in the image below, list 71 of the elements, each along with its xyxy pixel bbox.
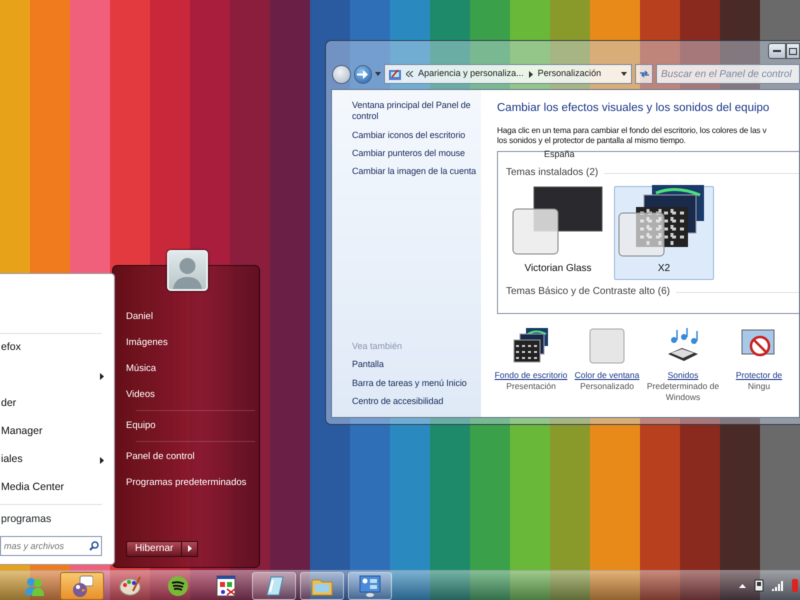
place-link[interactable]: Videos bbox=[126, 382, 255, 408]
search-field[interactable]: Buscar en el Panel de control bbox=[656, 64, 800, 84]
maximize-button[interactable] bbox=[786, 43, 800, 59]
hibernate-button[interactable]: Hibernar bbox=[126, 540, 182, 557]
theme-tile[interactable]: X2 bbox=[614, 186, 714, 280]
setting-value: Personalizado bbox=[580, 380, 634, 392]
place-link[interactable]: Imágenes bbox=[126, 330, 255, 356]
taskbar-button[interactable] bbox=[60, 572, 104, 600]
arrow-icon bbox=[188, 545, 192, 552]
refresh-button[interactable] bbox=[635, 64, 653, 84]
setting-link[interactable]: Sonidos bbox=[668, 370, 698, 381]
program-item[interactable]: iales bbox=[0, 446, 114, 474]
program-item[interactable]: Media Center bbox=[0, 474, 114, 502]
search-icon bbox=[89, 541, 99, 552]
place-link[interactable]: Equipo bbox=[126, 413, 255, 439]
setting-value: Ningu bbox=[748, 380, 770, 392]
program-label: Manager bbox=[1, 425, 42, 439]
place-link[interactable]: Panel de control bbox=[126, 444, 255, 470]
all-programs-item[interactable]: programas bbox=[0, 504, 102, 530]
palette-icon bbox=[119, 574, 141, 596]
sidebar-link[interactable]: Cambiar punteros del mouse bbox=[352, 148, 479, 159]
program-item[interactable]: efox bbox=[0, 334, 114, 362]
minimize-icon bbox=[773, 49, 781, 53]
place-link[interactable]: Música bbox=[126, 356, 255, 382]
minimize-button[interactable] bbox=[768, 43, 786, 59]
striped-circle-icon bbox=[167, 574, 189, 596]
sidebar-link[interactable]: Centro de accesibilidad bbox=[352, 396, 479, 407]
program-label: iales bbox=[1, 453, 23, 467]
place-link[interactable]: Daniel bbox=[126, 304, 255, 330]
see-also-heading: Vea también bbox=[352, 341, 404, 352]
place-link[interactable]: Programas predeterminados bbox=[126, 470, 255, 496]
breadcrumb[interactable]: Apariencia y personaliza... bbox=[418, 68, 524, 80]
program-item[interactable]: der bbox=[0, 390, 114, 418]
signal-bars-icon[interactable] bbox=[772, 580, 784, 590]
breadcrumb[interactable]: Personalización bbox=[538, 68, 602, 80]
setting-link[interactable]: Color de ventana bbox=[574, 370, 640, 381]
control-panel-icon bbox=[389, 68, 402, 80]
description-text: Haga clic en un tema para cambiar el fondo del escritorio, los colores de las v los sonidos y el protector de pantalla al mismo tiempo. bbox=[497, 126, 768, 146]
dropdown-caret-icon[interactable] bbox=[621, 72, 628, 76]
sidebar-link[interactable]: Barra de tareas y menú Inicio bbox=[352, 378, 479, 389]
program-label: efox bbox=[1, 341, 21, 355]
page-heading: Cambiar los efectos visuales y los sonidos del equipo bbox=[497, 102, 770, 116]
sidebar-link[interactable]: Ventana principal del Panel de control bbox=[352, 100, 479, 122]
sidebar-link[interactable]: Cambiar iconos del escritorio bbox=[352, 130, 479, 141]
forward-arrow-icon bbox=[357, 70, 368, 78]
setting-value: Predeterminado de Windows bbox=[646, 380, 720, 402]
maximize-icon bbox=[789, 48, 797, 54]
image-editor-icon bbox=[215, 574, 237, 596]
address-bar[interactable]: Apariencia y personaliza... Personalización bbox=[384, 64, 632, 84]
dropdown-caret-icon[interactable] bbox=[375, 72, 382, 76]
breadcrumb-arrow-icon bbox=[528, 70, 533, 78]
picture-stack-icon[interactable] bbox=[512, 328, 550, 364]
theme-name: España bbox=[544, 150, 576, 160]
shutdown-options-button[interactable] bbox=[182, 540, 198, 557]
theme-tile[interactable]: Victorian Glass bbox=[508, 186, 608, 280]
program-label: der bbox=[1, 397, 16, 411]
sidebar-link[interactable]: Cambiar la imagen de la cuenta bbox=[352, 166, 479, 178]
sidebar-link[interactable]: Pantalla bbox=[352, 359, 479, 370]
setting-link[interactable]: Protector de bbox=[736, 370, 782, 381]
setting-link[interactable]: Fondo de escritorio bbox=[494, 370, 568, 381]
program-item[interactable]: Manager bbox=[0, 418, 114, 446]
start-search-field[interactable]: mas y archivos bbox=[0, 536, 102, 556]
color-swatch-icon[interactable] bbox=[588, 328, 626, 364]
control-panel-icon bbox=[359, 574, 381, 596]
up-arrow-icon[interactable] bbox=[739, 584, 746, 588]
device-icon[interactable] bbox=[754, 579, 764, 592]
setting-value: Presentación bbox=[506, 380, 556, 392]
program-label: Media Center bbox=[1, 481, 64, 495]
refresh-arrows-icon bbox=[638, 70, 650, 78]
bird-chat-icon bbox=[71, 574, 93, 596]
double-chevron-icon bbox=[406, 71, 414, 77]
